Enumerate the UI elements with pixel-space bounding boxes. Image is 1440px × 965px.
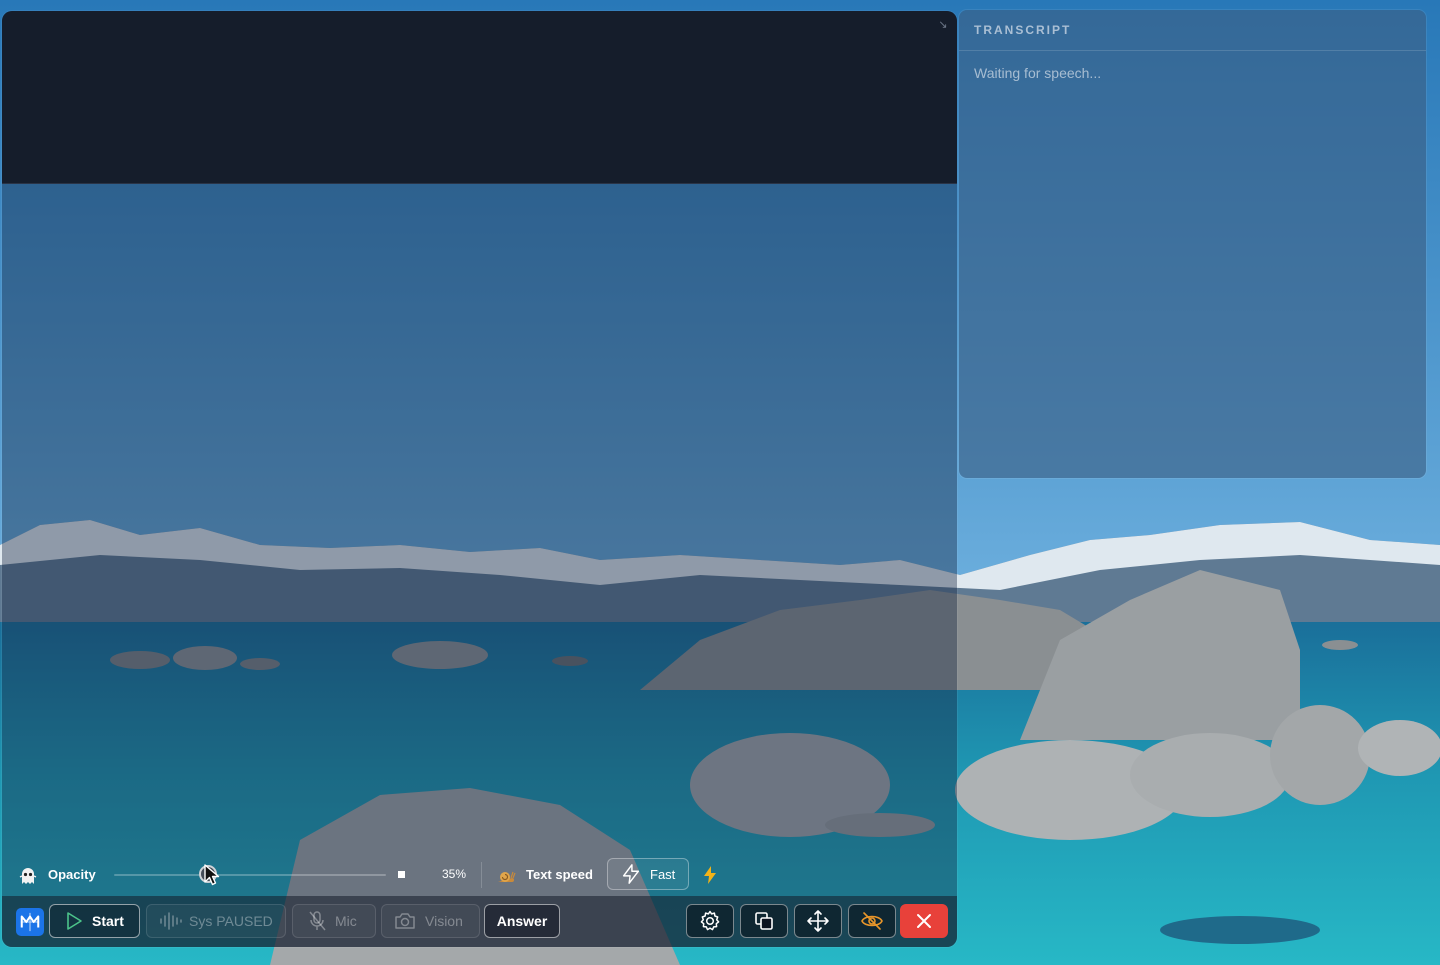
opacity-value: 35%	[442, 867, 467, 881]
settings-button[interactable]	[686, 904, 734, 938]
divider	[481, 862, 482, 888]
system-audio-button[interactable]: Sys PAUSED	[146, 904, 286, 938]
mouse-cursor-icon	[204, 864, 220, 886]
snail-icon	[498, 871, 516, 882]
opacity-slider-track[interactable]	[114, 874, 386, 876]
transcript-title: TRANSCRIPT	[959, 10, 1426, 51]
start-button[interactable]: Start	[49, 904, 140, 938]
answer-button[interactable]: Answer	[484, 904, 560, 938]
waveform-icon	[160, 912, 182, 930]
mic-off-icon	[309, 911, 326, 931]
play-icon	[67, 912, 82, 930]
control-strip: Opacity 35% Text speed Fast	[2, 858, 957, 892]
lightning-outline-icon	[622, 864, 640, 884]
mic-label: Mic	[335, 913, 357, 929]
answer-area: ↘	[2, 11, 957, 184]
answer-label: Answer	[496, 913, 548, 929]
opacity-max-marker	[398, 871, 405, 878]
app-logo-icon[interactable]	[16, 908, 44, 936]
assistant-window: ↘ Opacity 35% Text speed Fast Start Sys …	[2, 11, 957, 947]
move-arrows-icon	[807, 910, 829, 932]
vision-button[interactable]: Vision	[381, 904, 480, 938]
layers-icon	[755, 912, 773, 930]
resize-icon[interactable]: ↘	[937, 19, 949, 31]
mic-button[interactable]: Mic	[292, 904, 376, 938]
start-label: Start	[92, 913, 124, 929]
opacity-label: Opacity	[48, 867, 96, 882]
hide-button[interactable]	[848, 904, 896, 938]
gear-icon	[700, 910, 720, 931]
ghost-icon	[19, 868, 37, 884]
lightning-icon[interactable]	[701, 865, 719, 885]
eye-slash-icon	[861, 912, 883, 930]
fast-label: Fast	[650, 866, 676, 882]
transcript-panel: TRANSCRIPT Waiting for speech...	[959, 10, 1426, 478]
bottom-toolbar: Start Sys PAUSED Mic Vision Answer	[2, 896, 957, 947]
sys-label: Sys PAUSED	[189, 913, 273, 929]
transcript-placeholder: Waiting for speech...	[974, 65, 1102, 81]
camera-icon	[395, 913, 415, 929]
text-speed-label: Text speed	[526, 867, 593, 882]
fast-speed-button[interactable]: Fast	[607, 858, 689, 890]
close-icon	[917, 914, 931, 928]
close-button[interactable]	[900, 904, 948, 938]
vision-label: Vision	[425, 913, 463, 929]
layers-button[interactable]	[740, 904, 788, 938]
move-button[interactable]	[794, 904, 842, 938]
